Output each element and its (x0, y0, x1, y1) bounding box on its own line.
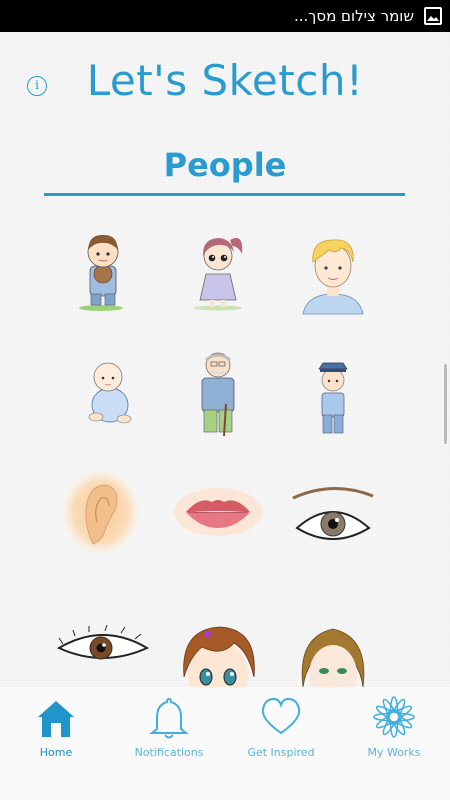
sketch-tile-ear[interactable] (53, 464, 153, 564)
nav-get-inspired-label: Get Inspired (247, 746, 315, 759)
nav-home-label: Home (39, 746, 73, 759)
ear-icon (61, 468, 141, 556)
eye-icon (56, 624, 150, 660)
main-content[interactable]: i Let's Sketch! People (0, 32, 450, 687)
heart-icon (261, 697, 301, 735)
sketch-tile-police-boy[interactable] (283, 347, 383, 447)
sketch-tile-woman-face[interactable] (283, 617, 383, 687)
nav-home[interactable]: Home (0, 687, 112, 777)
sketch-tile-eye[interactable] (53, 602, 153, 687)
nav-notifications[interactable]: Notifications (113, 687, 225, 777)
status-bar: שומר צילום מסך... (0, 0, 450, 32)
eye-with-brow-icon (292, 487, 374, 540)
girl-ponytail-icon (194, 237, 243, 311)
sketch-tile-lips[interactable] (168, 484, 268, 584)
sketch-grid (0, 32, 450, 687)
bottom-nav: Home Notifications Get Inspired My Works (0, 687, 450, 800)
lips-icon (174, 488, 262, 536)
sketch-tile-baby[interactable] (68, 347, 168, 447)
police-boy-icon (318, 362, 348, 434)
woman-face-icon (301, 628, 365, 687)
bell-icon (149, 697, 189, 739)
anime-girl-icon (183, 626, 255, 687)
home-icon (38, 701, 74, 737)
blond-boy-icon (302, 239, 364, 315)
sketch-tile-grandpa[interactable] (168, 340, 268, 440)
grandpa-icon (201, 352, 235, 437)
sketch-tile-eye-brow[interactable] (283, 484, 383, 584)
nav-get-inspired[interactable]: Get Inspired (225, 687, 337, 777)
sketch-tile-girl-ponytail[interactable] (168, 218, 268, 318)
baby-icon (88, 362, 132, 424)
sketch-tile-anime-girl[interactable] (168, 617, 268, 687)
nav-my-works[interactable]: My Works (338, 687, 450, 777)
image-icon (424, 7, 442, 25)
nav-notifications-label: Notifications (134, 746, 204, 759)
nav-my-works-label: My Works (367, 746, 421, 759)
sketch-tile-blond-boy[interactable] (283, 218, 383, 318)
boy-with-monkey-icon (79, 234, 123, 311)
scrollbar[interactable] (444, 364, 447, 444)
flower-icon (373, 696, 415, 738)
sketch-tile-boy-monkey[interactable] (53, 218, 153, 318)
status-text: שומר צילום מסך... (293, 7, 414, 25)
